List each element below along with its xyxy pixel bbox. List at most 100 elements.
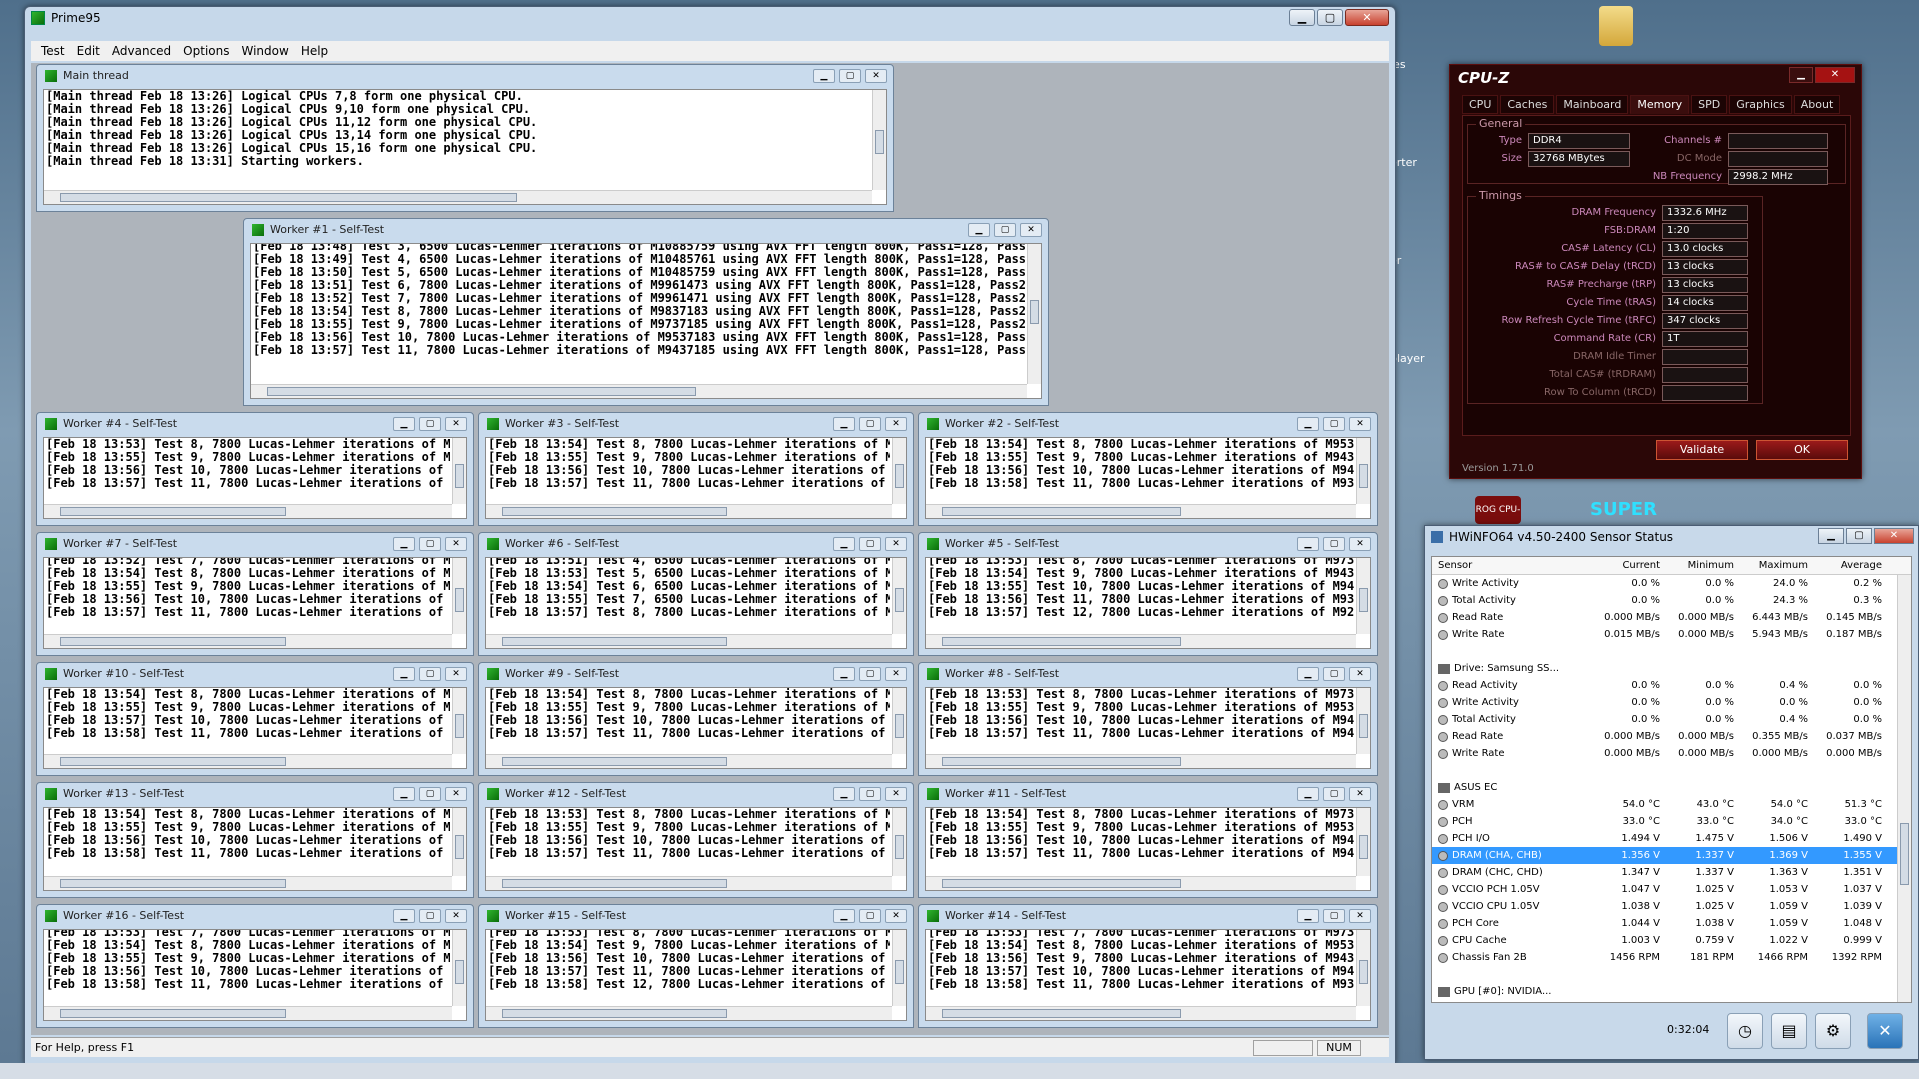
tab-cpu[interactable]: CPU [1462,95,1499,114]
tab-memory[interactable]: Memory [1630,95,1690,114]
col-current[interactable]: Current [1590,557,1664,574]
minimize-button[interactable]: ▁ [1297,909,1319,923]
horizontal-scrollbar[interactable] [926,504,1356,518]
close-button[interactable]: ✕ [1020,223,1042,237]
minimize-button[interactable]: ▁ [833,417,855,431]
sensor-row[interactable]: Write Rate 0.015 MB/s 0.000 MB/s 5.943 M… [1432,626,1911,643]
col-maximum[interactable]: Maximum [1738,557,1812,574]
close-button[interactable]: ✕ [1349,417,1371,431]
restore-button[interactable]: ▢ [1323,667,1345,681]
vertical-scrollbar[interactable] [452,808,466,876]
horizontal-scrollbar[interactable] [44,876,452,890]
minimize-button[interactable]: ▁ [393,667,415,681]
close-button[interactable]: ✕ [1349,909,1371,923]
worker-log[interactable]: [Feb 18 13:54] Test 8, 7800 Lucas-Lehmer… [485,687,907,769]
settings-button[interactable]: ⚙ [1815,1013,1851,1049]
main-thread-log[interactable]: [Main thread Feb 18 13:26] Logical CPUs … [43,89,887,205]
horizontal-scrollbar[interactable] [44,504,452,518]
ok-button[interactable]: OK [1756,440,1848,460]
tab-mainboard[interactable]: Mainboard [1556,95,1629,114]
prime95-titlebar[interactable]: Prime95 [25,7,1395,29]
minimize-button[interactable]: ▁ [833,909,855,923]
minimize-button[interactable]: ▁ [1297,787,1319,801]
horizontal-scrollbar[interactable] [44,634,452,648]
horizontal-scrollbar[interactable] [926,876,1356,890]
minimize-button[interactable]: ▁ [393,537,415,551]
menu-help[interactable]: Help [295,44,334,58]
worker-log[interactable]: [Feb 18 13:53] Test 8, 7800 Lucas-Lehmer… [43,437,467,519]
horizontal-scrollbar[interactable] [486,876,892,890]
sensor-row[interactable]: CPU Cache 1.003 V 0.759 V 1.022 V 0.999 … [1432,932,1911,949]
restore-button[interactable]: ▢ [1323,787,1345,801]
close-button[interactable]: ✕ [445,909,467,923]
sensor-row[interactable]: Total Activity 0.0 % 0.0 % 0.4 % 0.0 % [1432,711,1911,728]
horizontal-scrollbar[interactable] [486,754,892,768]
vertical-scrollbar[interactable] [452,688,466,754]
sensor-row[interactable]: Write Activity 0.0 % 0.0 % 24.0 % 0.2 % [1432,575,1911,592]
vertical-scrollbar[interactable] [892,438,906,504]
worker-log[interactable]: [Feb 18 13:53] Test 8, 7800 Lucas-Lehmer… [485,807,907,891]
menu-window[interactable]: Window [235,44,294,58]
tab-about[interactable]: About [1793,95,1841,114]
vertical-scrollbar[interactable] [892,808,906,876]
vertical-scrollbar[interactable] [892,930,906,1006]
close-button[interactable]: ✕ [1349,787,1371,801]
close-button[interactable]: ✕ [865,69,887,83]
restore-button[interactable]: ▢ [419,537,441,551]
sensor-group[interactable]: GPU [#0]: NVIDIA... [1432,983,1911,1000]
sensor-group[interactable]: ASUS EC [1432,779,1911,796]
vertical-scrollbar[interactable] [1356,558,1370,634]
worker-log[interactable]: [Feb 18 13:54] Test 8, 7800 Lucas-Lehmer… [43,807,467,891]
horizontal-scrollbar[interactable] [44,190,872,204]
close-button[interactable]: ✕ [1874,528,1914,544]
main-thread-title[interactable]: Main thread [37,65,893,87]
horizontal-scrollbar[interactable] [926,1006,1356,1020]
tab-caches[interactable]: Caches [1500,95,1555,114]
hwinfo-title[interactable]: HWiNFO64 v4.50-2400 Sensor Status [1449,530,1673,544]
restore-button[interactable]: ▢ [1323,417,1345,431]
menu-edit[interactable]: Edit [71,44,106,58]
sensor-table[interactable]: Sensor Current Minimum Maximum Average W… [1431,556,1912,1003]
restore-button[interactable]: ▢ [859,909,881,923]
minimize-button[interactable]: ▁ [393,909,415,923]
worker-log[interactable]: [Feb 18 13:54] Test 8, 7800 Lucas-Lehmer… [925,437,1371,519]
restore-button[interactable]: ▢ [419,417,441,431]
horizontal-scrollbar[interactable] [926,634,1356,648]
horizontal-scrollbar[interactable] [486,1006,892,1020]
worker-log[interactable]: [Feb 18 13:53] Test 8, 7800 Lucas-Lehmer… [925,687,1371,769]
horizontal-scrollbar[interactable] [486,504,892,518]
restore-button[interactable]: ▢ [419,909,441,923]
minimize-button[interactable]: ▁ [393,787,415,801]
tab-graphics[interactable]: Graphics [1729,95,1792,114]
exit-button[interactable]: ✕ [1867,1013,1903,1049]
minimize-button[interactable]: ▁ [833,537,855,551]
sensor-row[interactable]: Read Activity 0.0 % 0.0 % 0.4 % 0.0 % [1432,677,1911,694]
sensor-row[interactable]: Read Rate 0.000 MB/s 0.000 MB/s 6.443 MB… [1432,609,1911,626]
vertical-scrollbar[interactable] [452,558,466,634]
sensor-row[interactable]: PCH Core 1.044 V 1.038 V 1.059 V 1.048 V [1432,915,1911,932]
sensor-row[interactable]: DRAM (CHA, CHB) 1.356 V 1.337 V 1.369 V … [1432,847,1911,864]
vertical-scrollbar[interactable] [892,688,906,754]
sensor-row[interactable]: Read Rate 0.000 MB/s 0.000 MB/s 0.355 MB… [1432,728,1911,745]
close-button[interactable]: ✕ [445,537,467,551]
minimize-button[interactable]: ▁ [968,223,990,237]
close-button[interactable]: ✕ [1815,67,1855,83]
restore-button[interactable]: ▢ [1323,537,1345,551]
worker-log[interactable]: [Feb 18 13:53] Test 8, 7800 Lucas-Lehmer… [925,557,1371,649]
restore-button[interactable]: ▢ [419,787,441,801]
restore-button[interactable]: ▢ [419,667,441,681]
restore-button[interactable]: ▢ [859,787,881,801]
horizontal-scrollbar[interactable] [486,634,892,648]
vertical-scrollbar[interactable] [892,558,906,634]
super-shortcut[interactable]: SUPER [1582,496,1657,524]
close-button[interactable]: ✕ [885,537,907,551]
minimize-button[interactable]: ▁ [393,417,415,431]
close-button[interactable]: ✕ [885,667,907,681]
maximize-button[interactable]: ▢ [1846,528,1872,544]
minimize-button[interactable]: ▁ [1818,528,1844,544]
desktop-icon-label[interactable]: player [1390,352,1430,365]
rog-cpuz-shortcut[interactable]: ROG CPU-Z [1470,496,1526,543]
close-button[interactable]: ✕ [445,787,467,801]
col-sensor[interactable]: Sensor [1432,557,1590,574]
horizontal-scrollbar[interactable] [44,754,452,768]
